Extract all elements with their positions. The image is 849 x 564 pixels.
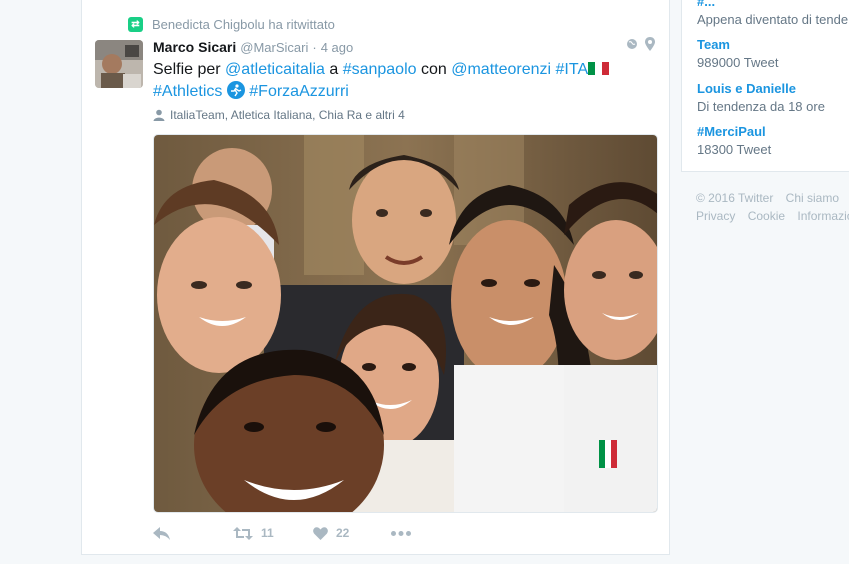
tweet-photo[interactable] (153, 134, 658, 513)
tagged-people-text: ItaliaTeam, Atletica Italiana, Chia Ra e… (170, 108, 405, 122)
tweet-card[interactable]: ⇄ Benedicta Chigbolu ha ritwittato Marco… (81, 0, 670, 555)
trend-item[interactable]: #... Appena diventato di tendenza (697, 0, 849, 28)
hashtag-sanpaolo[interactable]: #sanpaolo (343, 61, 417, 78)
tweet-timestamp[interactable]: 4 ago (321, 40, 354, 55)
header-separator: · (312, 40, 317, 55)
heart-icon (313, 526, 328, 540)
trend-name[interactable]: #MerciPaul (697, 124, 771, 140)
retweet-context[interactable]: ⇄ Benedicta Chigbolu ha ritwittato (128, 17, 335, 32)
italy-flag-icon (588, 62, 610, 75)
tagged-people[interactable]: ItaliaTeam, Atletica Italiana, Chia Ra e… (153, 108, 405, 122)
more-button[interactable] (391, 530, 411, 536)
trends-card: #... Appena diventato di tendenza Team 9… (681, 0, 849, 172)
mention-atleticaitalia[interactable]: @atleticaitalia (225, 61, 325, 78)
retweet-context-text: Benedicta Chigbolu ha ritwittato (152, 17, 335, 32)
trend-name[interactable]: Louis e Danielle (697, 81, 825, 97)
header-icons (626, 37, 655, 51)
reply-button[interactable] (153, 526, 233, 540)
avatar[interactable] (95, 40, 143, 88)
trend-name[interactable]: Team (697, 37, 778, 53)
tweet-header: Marco Sicari @MarSicari · 4 ago (153, 39, 353, 55)
author-fullname[interactable]: Marco Sicari (153, 39, 236, 55)
trend-meta: 18300 Tweet (697, 142, 772, 157)
mention-matteorenzi[interactable]: @matteorenzi (451, 61, 551, 78)
trend-item[interactable]: Louis e Danielle Di tendenza da 18 ore (697, 81, 825, 115)
text-segment: a (324, 61, 343, 78)
hashtag-athletics[interactable]: #Athletics (153, 83, 222, 100)
footer-link-privacy[interactable]: Privacy (696, 209, 735, 223)
globe-icon (627, 39, 637, 49)
retweet-button[interactable]: 11 (233, 526, 313, 540)
retweet-icon: ⇄ (128, 17, 143, 32)
hashtag-ita[interactable]: #ITA (556, 61, 589, 78)
location-pin-icon[interactable] (645, 37, 655, 51)
text-segment: Selfie per (153, 61, 226, 78)
retweet-icon (233, 526, 253, 540)
trend-meta: 989000 Tweet (697, 55, 779, 70)
footer-link-cookie[interactable]: Cookie (748, 209, 785, 223)
more-icon (391, 530, 411, 536)
author-username[interactable]: @MarSicari (240, 40, 308, 55)
trend-item[interactable]: Team 989000 Tweet (697, 37, 778, 71)
like-button[interactable]: 22 (313, 526, 391, 540)
trend-item[interactable]: #MerciPaul 18300 Tweet (697, 124, 771, 158)
tweet-actions: 11 22 (153, 526, 411, 540)
sidebar-footer: © 2016 Twitter Chi siamo Privacy Cookie … (696, 189, 849, 225)
text-segment: con (416, 61, 452, 78)
footer-link-info[interactable]: Informazioni (797, 209, 849, 223)
reply-icon (153, 526, 170, 540)
footer-link-about[interactable]: Chi siamo (786, 191, 839, 205)
trend-meta: Appena diventato di tendenza (697, 12, 849, 27)
retweet-count: 11 (261, 526, 274, 540)
runner-icon (226, 81, 245, 99)
like-count: 22 (336, 526, 350, 540)
trend-meta: Di tendenza da 18 ore (697, 99, 825, 114)
footer-copyright: © 2016 Twitter (696, 191, 774, 205)
tweet-text: Selfie per @atleticaitalia a #sanpaolo c… (153, 59, 653, 103)
hashtag-forzaazzurri[interactable]: #ForzaAzzurri (249, 83, 349, 100)
trend-name[interactable]: #... (697, 0, 849, 10)
person-icon (153, 109, 165, 121)
